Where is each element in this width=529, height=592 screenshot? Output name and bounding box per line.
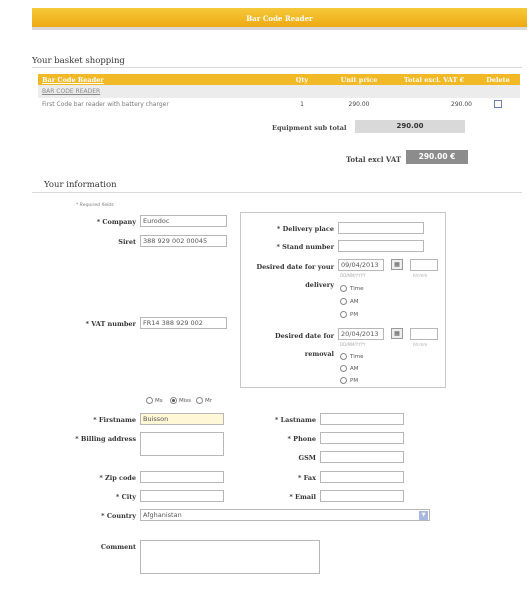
billing-address-input[interactable] xyxy=(140,432,224,456)
delivery-am-label: AM xyxy=(350,299,359,305)
subtotal-value: 290.00 xyxy=(355,120,465,133)
calendar-icon[interactable]: ▦ xyxy=(391,259,403,270)
comment-label: Comment xyxy=(100,543,136,551)
calendar-icon[interactable]: ▦ xyxy=(391,328,403,339)
civility-mr-label: Mr xyxy=(205,398,213,404)
product-name: First Code bar reader with battery charg… xyxy=(42,101,169,108)
subtotal-label: Equipment sub total xyxy=(272,124,347,132)
company-label: * Company xyxy=(96,218,136,226)
removal-pm-label: PM xyxy=(350,378,359,384)
required-note: * Required fields xyxy=(76,203,114,208)
lastname-input[interactable] xyxy=(320,413,404,425)
basket-header-row: Bar Code Reader Qty Unit price Total exc… xyxy=(38,74,520,85)
gsm-label: GSM xyxy=(298,454,316,462)
delivery-place-label: * Delivery place xyxy=(276,225,334,233)
siret-input[interactable]: 388 929 002 00045 xyxy=(140,235,227,247)
city-input[interactable] xyxy=(140,490,224,502)
delivery-time-label: Time xyxy=(350,286,364,292)
removal-time-radio[interactable] xyxy=(340,353,347,360)
chevron-down-icon[interactable]: ▼ xyxy=(419,511,428,520)
delete-checkbox[interactable] xyxy=(494,99,502,108)
fax-label: * Fax xyxy=(297,474,316,482)
table-row: First Code bar reader with battery charg… xyxy=(38,98,520,111)
country-select[interactable]: Afghanistan ▼ xyxy=(140,509,430,521)
header-banner: Bar Code Reader xyxy=(32,8,527,30)
phone-input[interactable] xyxy=(320,432,404,444)
stand-number-input[interactable] xyxy=(338,240,424,252)
col-product[interactable]: Bar Code Reader xyxy=(38,74,278,85)
basket-title: Your basket shopping xyxy=(32,56,125,66)
billing-address-label: * Billing address xyxy=(75,435,136,443)
removal-date-label: Desired date for xyxy=(275,332,334,340)
col-unit-price: Unit price xyxy=(326,74,392,85)
col-qty: Qty xyxy=(278,74,326,85)
removal-time-label: Time xyxy=(350,354,364,360)
delivery-am-radio[interactable] xyxy=(340,298,347,305)
removal-time-input[interactable] xyxy=(410,328,438,340)
delivery-date-label-2: delivery xyxy=(305,281,334,289)
product-unit-price: 290.00 xyxy=(348,101,370,108)
page-title: Bar Code Reader xyxy=(246,14,313,23)
gsm-input[interactable] xyxy=(320,451,404,463)
delivery-time-input[interactable] xyxy=(410,259,438,271)
delivery-time-radio[interactable] xyxy=(340,285,347,292)
vat-label: * VAT number xyxy=(85,320,136,328)
delivery-date-label: Desired date for your xyxy=(256,263,334,271)
removal-time-hint: hh:mm xyxy=(413,342,428,347)
removal-am-label: AM xyxy=(350,366,359,372)
lastname-label: * Lastname xyxy=(274,416,316,424)
group-label[interactable]: BAR CODE READER xyxy=(38,85,520,98)
civility-mr-radio[interactable] xyxy=(196,397,203,404)
total-label: Total excl VAT xyxy=(346,155,402,164)
country-selected-value: Afghanistan xyxy=(143,511,182,519)
delivery-place-input[interactable] xyxy=(338,222,424,234)
removal-am-radio[interactable] xyxy=(340,365,347,372)
removal-date-label-2: removal xyxy=(304,350,334,358)
firstname-label: * Firstname xyxy=(93,416,136,424)
phone-label: * Phone xyxy=(287,435,316,443)
removal-pm-radio[interactable] xyxy=(340,377,347,384)
firstname-input[interactable]: Buisson xyxy=(140,413,224,425)
zip-code-input[interactable] xyxy=(140,471,224,483)
delivery-date-hint: DD/MM/YYYY xyxy=(340,273,366,278)
basket-table: Bar Code Reader Qty Unit price Total exc… xyxy=(38,74,520,111)
delivery-pm-radio[interactable] xyxy=(340,311,347,318)
civility-miss-radio[interactable] xyxy=(170,397,177,404)
siret-label: Siret xyxy=(118,238,136,246)
col-total: Total excl. VAT € xyxy=(392,74,476,85)
removal-date-hint: DD/MM/YYYY xyxy=(340,342,366,347)
email-label: * Email xyxy=(289,493,316,501)
basket-group-row: BAR CODE READER xyxy=(38,85,520,98)
civility-ms-label: Ms xyxy=(155,398,163,404)
col-delete: Delete xyxy=(476,74,520,85)
basket-divider xyxy=(32,67,522,68)
total-value: 290.00 € xyxy=(406,150,468,164)
removal-date-input[interactable]: 20/04/2013 xyxy=(338,328,384,340)
city-label: * City xyxy=(115,493,136,501)
product-qty: 1 xyxy=(300,101,304,108)
civility-ms-radio[interactable] xyxy=(146,397,153,404)
product-total: 290.00 xyxy=(451,101,472,108)
info-divider xyxy=(32,192,522,193)
country-label: * Country xyxy=(101,512,136,520)
vat-input[interactable]: FR14 388 929 002 xyxy=(140,317,227,329)
comment-input[interactable] xyxy=(140,540,320,574)
delivery-date-input[interactable]: 09/04/2013 xyxy=(338,259,384,271)
civility-miss-label: Miss xyxy=(179,398,192,404)
zip-code-label: * Zip code xyxy=(99,474,136,482)
company-input[interactable]: Eurodoc xyxy=(140,215,227,227)
info-title: Your information xyxy=(44,180,117,190)
email-input[interactable] xyxy=(320,490,404,502)
delivery-pm-label: PM xyxy=(350,312,359,318)
stand-number-label: * Stand number xyxy=(276,243,334,251)
fax-input[interactable] xyxy=(320,471,404,483)
delivery-time-hint: hh:mm xyxy=(413,273,428,278)
